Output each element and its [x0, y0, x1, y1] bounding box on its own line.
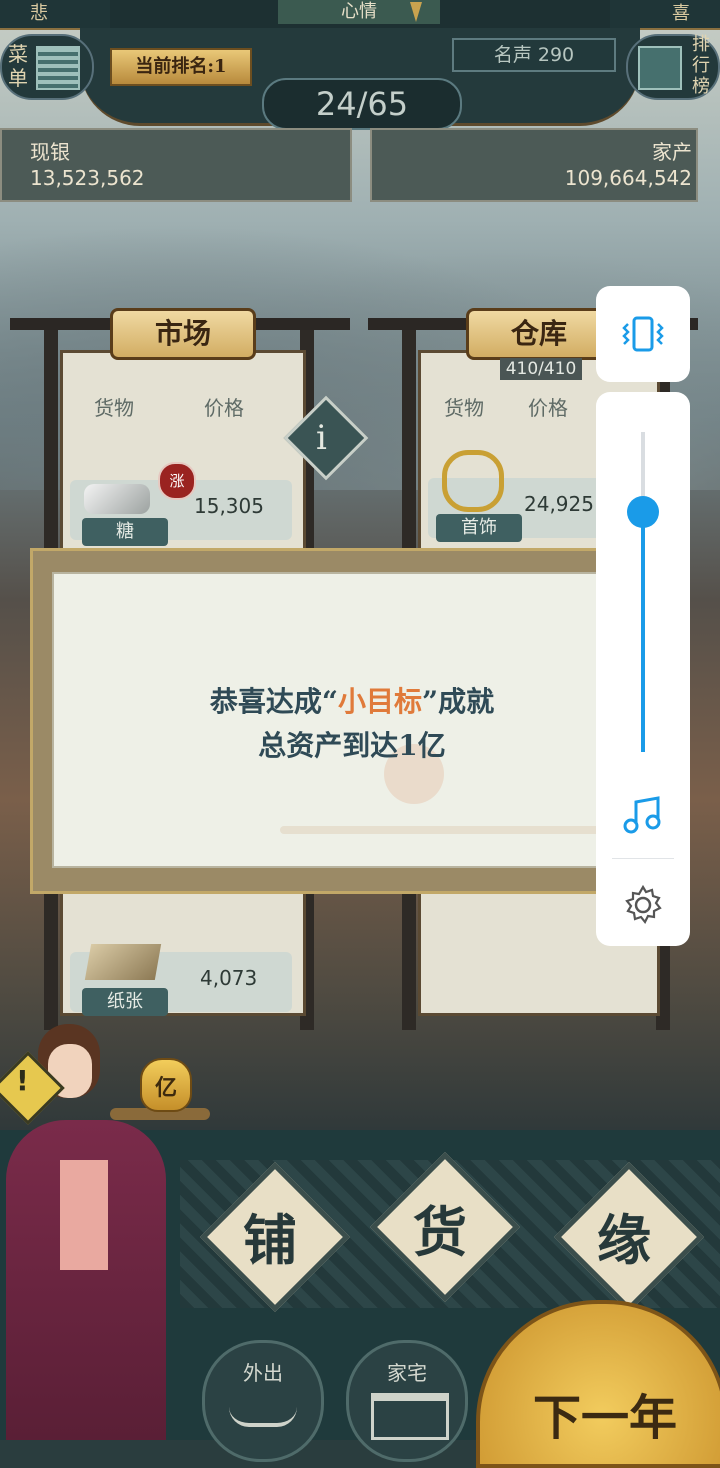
achievement-suffix: ”成就	[422, 685, 495, 718]
vibrate-panel[interactable]	[596, 286, 690, 382]
home-label: 家宅	[387, 1361, 427, 1385]
character-sash	[60, 1160, 108, 1270]
assets-value: 109,664,542	[564, 166, 692, 190]
volume-panel	[596, 392, 690, 946]
fame-display: 名声 290	[452, 38, 616, 72]
gear-icon[interactable]	[622, 884, 664, 926]
warehouse-item-jewelry[interactable]: 24,925 首饰	[428, 450, 602, 542]
scroll-icon	[638, 46, 682, 90]
mood-sad-label: 悲	[0, 0, 110, 28]
shop-label: 铺	[243, 1208, 297, 1272]
achievement-scroll	[52, 572, 660, 868]
market-col-price: 价格	[204, 396, 244, 420]
price-up-badge: 涨	[158, 462, 196, 500]
menu-label: 菜单	[8, 42, 28, 90]
volume-slider-handle[interactable]	[627, 496, 659, 528]
sugar-price: 15,305	[194, 494, 264, 518]
paper-item-icon	[84, 944, 162, 980]
music-note-icon[interactable]	[622, 794, 664, 836]
achievement-line-1: 恭喜达成“小目标”成就	[52, 680, 652, 720]
menu-list-icon	[36, 46, 80, 90]
warehouse-col-price: 价格	[528, 396, 568, 420]
sugar-name: 糖	[82, 518, 168, 546]
jewelry-item-icon	[442, 450, 504, 512]
market-sign: 市场	[110, 308, 256, 360]
leaderboard-label: 排行榜	[692, 34, 710, 97]
warehouse-col-goods: 货物	[444, 396, 484, 420]
achievement-line-2: 总资产到达1亿	[258, 729, 446, 762]
jewelry-price: 24,925	[524, 492, 594, 516]
fate-label: 缘	[597, 1208, 651, 1272]
achievement-prefix: 恭喜达成“	[209, 685, 338, 718]
market-item-paper[interactable]: 4,073 纸张	[70, 944, 292, 1016]
divider	[612, 858, 674, 859]
home-button[interactable]: 家宅	[346, 1340, 468, 1462]
sugar-item-icon	[84, 484, 150, 514]
assets-title: 家产	[652, 140, 692, 164]
paper-price: 4,073	[200, 966, 258, 990]
go-out-button[interactable]: 外出	[202, 1340, 324, 1462]
achievement-highlight: 小目标	[337, 685, 422, 718]
mood-indicator-icon	[410, 2, 422, 22]
info-icon: i	[316, 418, 327, 458]
alert-label: !	[16, 1064, 29, 1097]
menu-button[interactable]: 菜单	[0, 34, 94, 100]
cash-value: 13,523,562	[30, 166, 145, 190]
volume-fill	[641, 512, 645, 752]
current-rank-badge: 当前排名:1	[110, 48, 252, 86]
warehouse-capacity: 410/410	[500, 358, 582, 380]
go-out-label: 外出	[243, 1361, 283, 1385]
assets-panel: 家产 109,664,542	[370, 128, 698, 202]
cash-panel: 现银 13,523,562	[0, 128, 352, 202]
next-year-label: 下一年	[532, 1390, 677, 1446]
mood-happy-label: 喜	[610, 0, 720, 28]
carriage-icon	[229, 1397, 297, 1427]
cash-title: 现银	[30, 140, 70, 164]
day-counter: 24/65	[262, 78, 462, 130]
warehouse-sign: 仓库	[466, 308, 612, 360]
jewelry-name: 首饰	[436, 514, 522, 542]
house-icon	[371, 1393, 449, 1440]
goods-label: 货	[413, 1200, 467, 1264]
coin-bag-icon: 亿	[140, 1058, 192, 1112]
market-col-goods: 货物	[94, 396, 134, 420]
leaderboard-button[interactable]: 排行榜	[626, 34, 720, 100]
vibrate-icon	[622, 316, 664, 352]
